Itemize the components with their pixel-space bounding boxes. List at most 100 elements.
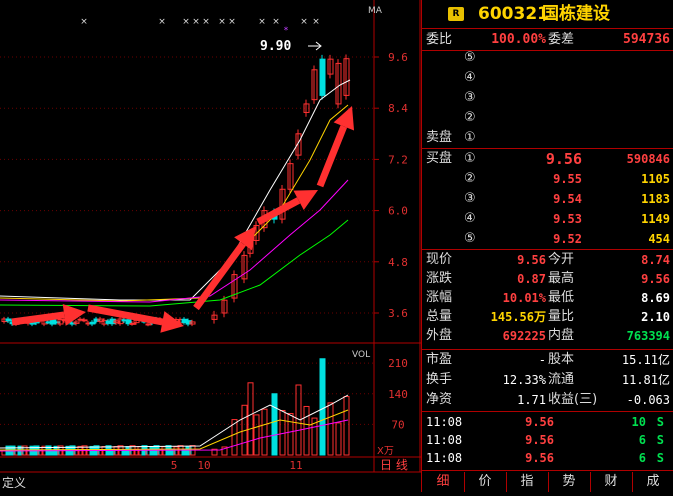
period-label[interactable]: 日 线: [380, 458, 408, 472]
peak-price-label: 9.90: [260, 39, 291, 54]
arrow-shaft: [316, 125, 348, 188]
ma-line: [0, 219, 349, 307]
tick-volume: 6: [638, 451, 646, 465]
tab-1[interactable]: 价: [464, 472, 506, 492]
tick-time: 11:08: [426, 433, 463, 447]
tick-price: 9.56: [525, 433, 554, 447]
buy-level-row[interactable]: ① 9.56 590846: [422, 149, 673, 169]
kline-svg[interactable]: × × × × × × × × × × ×* 9.68.47.26.04.83.621014070M…: [0, 0, 421, 492]
star-marker-icon: *: [284, 26, 289, 36]
candle-body: [319, 58, 326, 96]
buy-price: 9.53: [553, 212, 582, 226]
quote-value: 9.56: [641, 272, 670, 286]
event-marker-icon[interactable]: ×: [300, 17, 308, 27]
event-marker-icon[interactable]: ×: [218, 17, 226, 27]
volume-bars: [0, 358, 350, 456]
candles-group: [1, 54, 350, 327]
fundamental-row: 净资 1.71 收益(三) -0.063: [422, 390, 673, 410]
sell-level-row[interactable]: ②: [422, 108, 673, 128]
fund-label: 流通: [548, 372, 575, 387]
event-marker-icon[interactable]: ×: [182, 17, 190, 27]
level-index: ⑤: [464, 50, 476, 65]
sell-level-row[interactable]: ③: [422, 88, 673, 108]
event-marker-icon[interactable]: ×: [80, 17, 88, 27]
stock-header: R 600321 国栋建设: [422, 4, 673, 26]
quote-label: 内盘: [548, 328, 575, 343]
sell-level-row[interactable]: ④: [422, 68, 673, 88]
event-marker-icon[interactable]: ×: [272, 17, 280, 27]
volume-bar: [253, 414, 260, 456]
fund-value: 15.11亿: [621, 353, 670, 367]
candle-body: [145, 323, 152, 326]
left-tab-label[interactable]: 定义: [2, 475, 26, 490]
vol-tick-label: 140: [388, 388, 408, 401]
quote-row: 涨幅 10.01% 最低 8.69: [422, 288, 673, 308]
r-badge[interactable]: R: [448, 7, 464, 21]
level-index: ④: [464, 70, 476, 85]
quote-label: 今开: [548, 252, 575, 267]
tab-separator: [506, 472, 507, 492]
level-index: ③: [464, 191, 476, 206]
tick-time: 11:08: [426, 415, 463, 429]
buy-volume: 454: [648, 232, 670, 246]
tick-row: 11:08 9.56 6 S: [422, 449, 673, 467]
fundamental-row: 市盈 - 股本 15.11亿: [422, 350, 673, 370]
weicha-label: 委差: [548, 32, 575, 47]
event-marker-icon[interactable]: ×: [192, 17, 200, 27]
event-marker-icon[interactable]: ×: [202, 17, 210, 27]
tick-row: 11:08 9.56 10 S: [422, 413, 673, 431]
buy-volume: 1149: [641, 212, 670, 226]
buy-volume: 590846: [626, 152, 670, 166]
quote-label: 最高: [548, 271, 575, 286]
buy-price: 9.52: [553, 232, 582, 246]
buy-level-row[interactable]: ③ 9.54 1183: [422, 189, 673, 209]
tab-3[interactable]: 势: [548, 472, 590, 492]
candle-body: [81, 319, 88, 322]
tab-5[interactable]: 成: [632, 472, 673, 492]
weibi-label: 委比: [426, 32, 453, 47]
tab-2[interactable]: 指: [506, 472, 548, 492]
quote-value: 692225: [502, 329, 546, 343]
buy-level-row[interactable]: ② 9.55 1105: [422, 169, 673, 189]
event-marker-icon[interactable]: ×: [158, 17, 166, 27]
volume-bar: [327, 402, 334, 456]
quote-row: 外盘 692225 内盘 763394: [422, 326, 673, 346]
price-tick-label: 8.4: [388, 102, 408, 115]
fund-value: -0.063: [626, 393, 670, 407]
sell-label-row: 卖盘: [422, 128, 673, 148]
vol-tick-label: 210: [388, 357, 408, 370]
price-tick-label: 4.8: [388, 256, 408, 269]
quote-row: 涨跌 0.87 最高 9.56: [422, 269, 673, 289]
divider: [422, 470, 673, 471]
peak-pointer-icon: [308, 41, 322, 51]
buy-level-row[interactable]: ④ 9.53 1149: [422, 209, 673, 229]
tab-0[interactable]: 细: [422, 472, 464, 492]
price-tick-label: 6.0: [388, 205, 408, 218]
price-tick-label: 9.6: [388, 51, 408, 64]
buy-level-row[interactable]: ⑤ 9.52 454: [422, 229, 673, 249]
event-marker-icon[interactable]: ×: [258, 17, 266, 27]
event-marker-icon[interactable]: ×: [228, 17, 236, 27]
quote-value: 0.87: [517, 272, 546, 286]
weibi-value: 100.00%: [491, 32, 546, 47]
sell-level-row[interactable]: ⑤: [422, 48, 673, 68]
fund-label: 净资: [426, 392, 453, 407]
fundamental-row: 换手 12.33% 流通 11.81亿: [422, 370, 673, 390]
quote-row: 总量 145.56万 量比 2.10: [422, 307, 673, 327]
candle-body: [129, 322, 136, 325]
quote-value: 8.69: [641, 291, 670, 305]
volume-bar: [343, 396, 350, 456]
divider: [422, 411, 673, 412]
kline-chart[interactable]: × × × × × × × × × × × * 9.6 8.4 7.2 6.0 4.8 3.6 210 140 70 M…: [0, 0, 421, 492]
fund-value: 11.81亿: [621, 373, 670, 387]
event-markers: × × × × × × × × × × ×*: [80, 17, 320, 36]
vol-unit: X万: [377, 446, 394, 457]
event-marker-icon[interactable]: ×: [312, 17, 320, 27]
volume-bar: [335, 422, 342, 456]
vol-label: VOL: [352, 350, 370, 360]
quote-label: 现价: [426, 252, 453, 267]
tab-separator: [632, 472, 633, 492]
buy-price: 9.54: [553, 192, 582, 206]
tab-4[interactable]: 财: [590, 472, 632, 492]
volume-bar: [271, 393, 278, 456]
